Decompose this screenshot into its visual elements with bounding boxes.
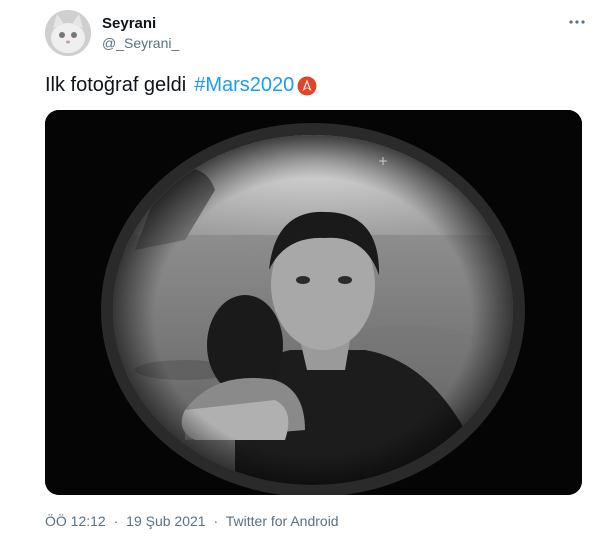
tweet-text: Ilk fotoğraf geldi #Mars2020 [45, 74, 317, 97]
tweet-date[interactable]: 19 Şub 2021 [126, 513, 205, 529]
tweet-card: Seyrani @_Seyrani_ Ilk fotoğraf geldi #M… [0, 0, 614, 552]
tweet-media-image[interactable]: + [45, 110, 582, 495]
display-name[interactable]: Seyrani [102, 15, 156, 32]
user-handle[interactable]: @_Seyrani_ [102, 35, 179, 51]
cat-avatar-image [45, 10, 91, 56]
more-options-icon[interactable] [565, 10, 589, 34]
tweet-body-text: Ilk fotoğraf geldi [45, 74, 187, 96]
mars-photo-image: + [45, 110, 582, 495]
tweet-time[interactable]: ÖÖ 12:12 [45, 513, 106, 529]
meta-separator: · [113, 513, 119, 529]
avatar[interactable] [45, 10, 91, 56]
meta-separator: · [213, 513, 219, 529]
tweet-source[interactable]: Twitter for Android [226, 513, 339, 529]
mars-rover-emoji-icon [297, 76, 317, 96]
tweet-meta: ÖÖ 12:12 · 19 Şub 2021 · Twitter for And… [45, 513, 339, 529]
hashtag-link[interactable]: #Mars2020 [194, 74, 294, 97]
svg-text:+: + [378, 154, 388, 168]
